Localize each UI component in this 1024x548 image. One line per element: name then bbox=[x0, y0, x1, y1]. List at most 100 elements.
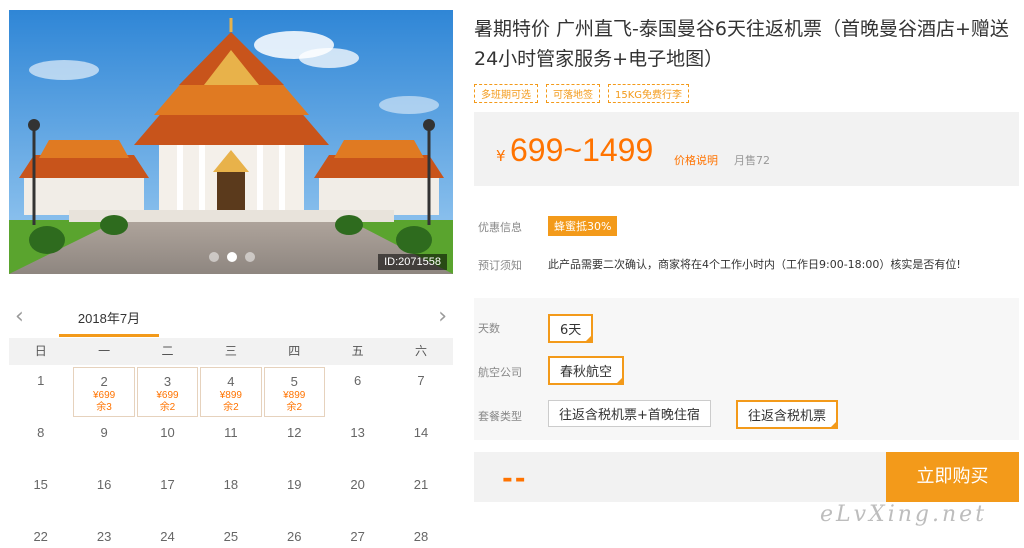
calendar-header: ‹ 2018年7月 › bbox=[9, 302, 453, 338]
package-option-selected[interactable]: 往返含税机票 bbox=[736, 400, 839, 429]
day-seats-left: 余2 bbox=[223, 402, 239, 413]
weekday-label: 三 bbox=[224, 344, 237, 358]
carousel-dot-active[interactable] bbox=[227, 252, 237, 262]
day-price: ¥699 bbox=[92, 390, 116, 401]
calendar-day-available[interactable]: 4 ¥899 余2 bbox=[200, 367, 262, 417]
carousel-dot[interactable] bbox=[209, 252, 219, 262]
day-number: 6 bbox=[354, 373, 362, 388]
airline-label: 航空公司 bbox=[478, 366, 522, 379]
calendar-day: 8 bbox=[9, 419, 72, 469]
day-number: 18 bbox=[223, 477, 239, 492]
carousel-dots[interactable] bbox=[209, 252, 255, 262]
day-number: 21 bbox=[413, 477, 429, 492]
package-option[interactable]: 往返含税机票+首晚住宿 bbox=[548, 400, 711, 427]
day-number: 8 bbox=[37, 425, 45, 440]
feature-tag: 多班期可选 bbox=[474, 84, 538, 103]
calendar-day: 11 bbox=[199, 419, 262, 469]
photo-id-badge: ID:2071558 bbox=[378, 254, 447, 270]
feature-tag: 可落地签 bbox=[546, 84, 600, 103]
weekday-label: 一 bbox=[98, 344, 111, 358]
day-number: 17 bbox=[160, 477, 175, 492]
weekday-label: 六 bbox=[415, 344, 428, 358]
product-title: 暑期特价 广州直飞-泰国曼谷6天往返机票（首晚曼谷酒店+赠送24小时管家服务+电… bbox=[474, 18, 1009, 70]
feature-tag: 15KG免费行李 bbox=[608, 84, 690, 103]
currency-symbol: ¥ bbox=[496, 147, 506, 165]
day-number: 20 bbox=[350, 477, 365, 492]
monthly-sales: 月售72 bbox=[734, 154, 770, 167]
calendar-day-available[interactable]: 2 ¥699 余3 bbox=[73, 367, 135, 417]
calendar-day: 17 bbox=[136, 471, 199, 521]
calendar-day: 13 bbox=[326, 419, 389, 469]
day-number: 23 bbox=[96, 529, 112, 544]
day-number: 26 bbox=[287, 529, 302, 544]
temple-illustration bbox=[9, 10, 453, 274]
calendar-grid: 日 一 二 三 四 五 六 1 2 ¥699 余3 3 ¥699 余2 4 ¥899 余2 5 ¥89… bbox=[9, 338, 453, 548]
promo-label: 优惠信息 bbox=[478, 221, 522, 234]
calendar-day: 12 bbox=[263, 419, 326, 469]
calendar-day: 24 bbox=[136, 523, 199, 548]
day-price: ¥699 bbox=[156, 390, 179, 401]
buy-now-button[interactable]: 立即购买 bbox=[886, 452, 1019, 502]
calendar-day: 28 bbox=[389, 523, 452, 548]
weekday-label: 二 bbox=[161, 344, 174, 358]
quantity-placeholder: -- bbox=[502, 464, 528, 494]
calendar-weekday-row: 日 一 二 三 四 五 六 bbox=[9, 338, 453, 365]
day-seats-left: 余2 bbox=[159, 402, 176, 413]
days-option-selected[interactable]: 6天 bbox=[548, 314, 594, 343]
day-number: 28 bbox=[413, 529, 429, 544]
day-number: 15 bbox=[33, 477, 48, 492]
calendar-day-available[interactable]: 5 ¥899 余2 bbox=[263, 367, 325, 417]
calendar-day: 27 bbox=[326, 523, 389, 548]
day-number: 13 bbox=[350, 425, 365, 440]
calendar-day: 23 bbox=[72, 523, 135, 548]
calendar-day: 25 bbox=[199, 523, 262, 548]
promo-badge: 蜂蜜抵30% bbox=[548, 216, 618, 236]
feature-tags: 多班期可选 可落地签 15KG免费行李 bbox=[474, 84, 690, 103]
day-number: 16 bbox=[96, 477, 112, 492]
calendar-day: 1 bbox=[9, 367, 72, 417]
day-number: 27 bbox=[350, 529, 365, 544]
calendar-week-row: 8 9 10 11 12 13 14 bbox=[9, 419, 453, 469]
calendar-week-row: 15 16 17 18 19 20 21 bbox=[9, 471, 453, 521]
weekday-label: 日 bbox=[34, 344, 47, 358]
airline-option-selected[interactable]: 春秋航空 bbox=[548, 356, 625, 385]
calendar-day: 16 bbox=[72, 471, 135, 521]
buy-bar: -- 立即购买 bbox=[474, 452, 1019, 502]
watermark: eLvXing.net bbox=[820, 502, 988, 527]
day-number: 3 bbox=[163, 374, 172, 389]
calendar-day: 9 bbox=[72, 419, 135, 469]
chevron-left-icon[interactable]: ‹ bbox=[15, 306, 24, 328]
day-number: 2 bbox=[100, 374, 108, 389]
calendar-day: 26 bbox=[263, 523, 326, 548]
calendar-day: 18 bbox=[199, 471, 262, 521]
day-number: 12 bbox=[287, 425, 302, 440]
day-number: 24 bbox=[160, 529, 175, 544]
booking-notice-text: 此产品需要二次确认，商家将在4个工作小时内（工作日9:00-18:00）核实是否… bbox=[548, 258, 961, 271]
calendar-week-row: 22 23 24 25 26 27 28 bbox=[9, 523, 453, 548]
calendar-day-available[interactable]: 3 ¥699 余2 bbox=[136, 367, 199, 417]
price-range: 699~1499 bbox=[510, 132, 654, 168]
day-number: 9 bbox=[100, 425, 108, 440]
price-panel: ¥ 699~1499 价格说明 月售72 bbox=[474, 112, 1019, 186]
calendar-day: 10 bbox=[136, 419, 199, 469]
day-number: 22 bbox=[33, 529, 48, 544]
weekday-label: 五 bbox=[351, 344, 364, 358]
booking-notice-label: 预订须知 bbox=[478, 259, 522, 272]
price-explanation-link[interactable]: 价格说明 bbox=[674, 152, 718, 168]
day-number: 19 bbox=[287, 477, 302, 492]
days-label: 天数 bbox=[478, 322, 500, 335]
day-price: ¥899 bbox=[283, 390, 306, 401]
calendar-day: 22 bbox=[9, 523, 72, 548]
calendar-day: 6 bbox=[326, 367, 389, 417]
day-number: 14 bbox=[413, 425, 429, 440]
options-panel: 天数 6天 航空公司 春秋航空 套餐类型 往返含税机票+首晚住宿 往返含税机票 bbox=[474, 298, 1019, 440]
calendar-month-tab[interactable]: 2018年7月 bbox=[59, 308, 159, 327]
chevron-right-icon[interactable]: › bbox=[438, 306, 447, 328]
carousel-dot[interactable] bbox=[245, 252, 255, 262]
day-number: 4 bbox=[227, 374, 235, 389]
calendar-week-row: 1 2 ¥699 余3 3 ¥699 余2 4 ¥899 余2 5 ¥899 余2 6 7 bbox=[9, 367, 453, 417]
calendar-day: 15 bbox=[9, 471, 72, 521]
calendar-day: 7 bbox=[389, 367, 452, 417]
calendar-day: 14 bbox=[389, 419, 452, 469]
package-label: 套餐类型 bbox=[478, 410, 522, 423]
